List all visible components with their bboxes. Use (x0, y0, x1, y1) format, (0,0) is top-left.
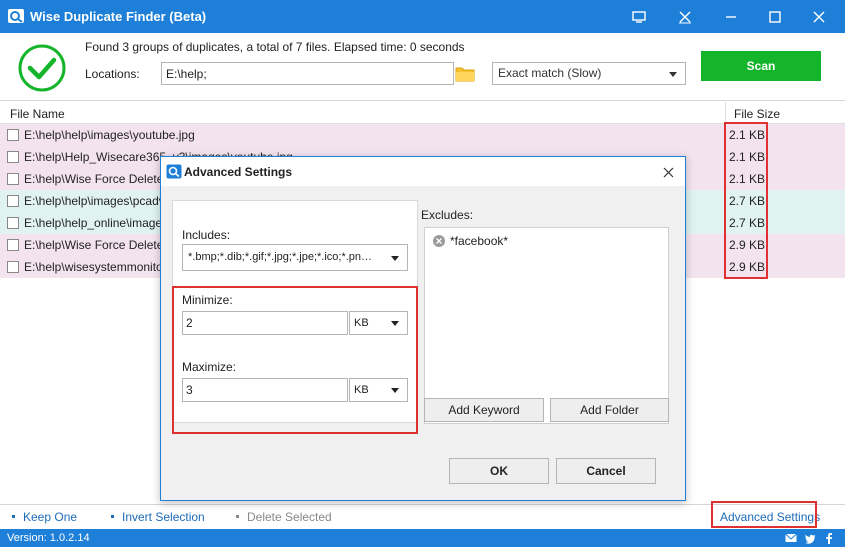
close-button[interactable] (797, 0, 841, 33)
table-row[interactable]: E:\help\help\images\youtube.jpg 2.1 KB (0, 124, 845, 146)
minimize-unit-value: KB (354, 317, 369, 329)
monitor-icon (632, 10, 646, 23)
minimize-button[interactable] (709, 0, 753, 33)
version-text: Version: 1.0.2.14 (7, 532, 90, 544)
invert-selection-link[interactable]: Invert Selection (111, 510, 205, 524)
file-path: E:\help\help\images\youtube.jpg (24, 128, 195, 142)
delete-selected-link[interactable]: Delete Selected (236, 510, 332, 524)
chevron-down-icon (669, 72, 677, 77)
title-bar: Wise Duplicate Finder (Beta) (0, 0, 845, 33)
minimize-input[interactable] (182, 311, 348, 335)
tools-icon (679, 11, 691, 23)
dialog-title-bar: Advanced Settings (161, 157, 685, 186)
column-header-file-name[interactable]: File Name (10, 107, 65, 121)
ok-button[interactable]: OK (449, 458, 549, 484)
row-checkbox[interactable] (7, 217, 19, 229)
minimize-label: Minimize: (182, 293, 233, 307)
bullet-icon (236, 515, 239, 519)
row-checkbox[interactable] (7, 261, 19, 273)
file-list-header: File Name File Size (0, 102, 845, 124)
file-size: 2.9 KB (729, 260, 766, 274)
cancel-button[interactable]: Cancel (556, 458, 656, 484)
row-checkbox[interactable] (7, 173, 19, 185)
file-size: 2.9 KB (729, 238, 766, 252)
minimize-unit-select[interactable]: KB (349, 311, 408, 335)
status-bar: Version: 1.0.2.14 (0, 529, 845, 547)
excludes-list: *facebook* (424, 227, 669, 424)
add-keyword-button[interactable]: Add Keyword (424, 398, 544, 422)
row-checkbox[interactable] (7, 239, 19, 251)
success-check-icon (18, 44, 66, 92)
keep-one-link[interactable]: Keep One (12, 510, 77, 524)
match-mode-select[interactable]: Exact match (Slow) (492, 62, 686, 85)
dialog-close-button[interactable] (657, 161, 679, 183)
maximize-unit-select[interactable]: KB (349, 378, 408, 402)
row-checkbox[interactable] (7, 151, 19, 163)
delete-selected-label: Delete Selected (247, 510, 332, 524)
file-size: 2.7 KB (729, 216, 766, 230)
tools-button[interactable] (663, 0, 707, 33)
facebook-icon[interactable] (823, 532, 835, 544)
scan-panel: Found 3 groups of duplicates, a total of… (0, 33, 845, 101)
maximize-icon (769, 10, 781, 23)
file-size: 2.7 KB (729, 194, 766, 208)
chevron-down-icon (391, 321, 399, 326)
advanced-settings-link[interactable]: Advanced Settings (720, 510, 820, 524)
maximize-button[interactable] (753, 0, 797, 33)
action-bar: Keep One Invert Selection Delete Selecte… (0, 504, 845, 529)
maximize-input[interactable] (182, 378, 348, 402)
exclude-item: *facebook* (433, 234, 508, 248)
file-size: 2.1 KB (729, 128, 766, 142)
dialog-title: Advanced Settings (184, 165, 293, 179)
locations-label: Locations: (85, 67, 140, 81)
bullet-icon (12, 515, 15, 519)
includes-label: Includes: (182, 228, 231, 242)
twitter-icon[interactable] (804, 532, 816, 544)
column-divider (725, 102, 726, 124)
includes-value: *.bmp;*.dib;*.gif;*.jpg;*.jpe;*.ico;*.pn… (188, 251, 378, 263)
close-icon (663, 167, 673, 177)
window-title: Wise Duplicate Finder (Beta) (30, 9, 207, 24)
row-checkbox[interactable] (7, 195, 19, 207)
maximize-label: Maximize: (182, 360, 237, 374)
bullet-icon (111, 515, 114, 519)
file-size: 2.1 KB (729, 172, 766, 186)
maximize-unit-value: KB (354, 384, 369, 396)
minimize-icon (726, 15, 736, 18)
monitor-button[interactable] (617, 0, 661, 33)
excludes-label: Excludes: (421, 208, 474, 222)
advanced-settings-dialog: Advanced Settings Includes: *.bmp;*.dib;… (160, 156, 686, 501)
match-mode-value: Exact match (Slow) (498, 66, 602, 80)
row-checkbox[interactable] (7, 129, 19, 141)
app-logo-icon (8, 9, 24, 23)
scan-summary: Found 3 groups of duplicates, a total of… (85, 40, 465, 54)
chevron-down-icon (391, 388, 399, 393)
file-size: 2.1 KB (729, 150, 766, 164)
folder-icon[interactable] (455, 65, 475, 82)
column-header-file-size[interactable]: File Size (734, 107, 780, 121)
locations-input[interactable] (161, 62, 454, 85)
remove-icon[interactable] (433, 235, 445, 247)
includes-select[interactable]: *.bmp;*.dib;*.gif;*.jpg;*.jpe;*.ico;*.pn… (182, 244, 408, 271)
app-logo-icon (166, 164, 182, 179)
scan-button[interactable]: Scan (701, 51, 821, 81)
keep-one-label: Keep One (23, 510, 78, 524)
email-icon[interactable] (785, 532, 797, 544)
close-icon (813, 11, 825, 22)
add-folder-button[interactable]: Add Folder (550, 398, 669, 422)
chevron-down-icon (391, 256, 399, 261)
exclude-item-text: *facebook* (450, 234, 509, 248)
invert-selection-label: Invert Selection (122, 510, 205, 524)
